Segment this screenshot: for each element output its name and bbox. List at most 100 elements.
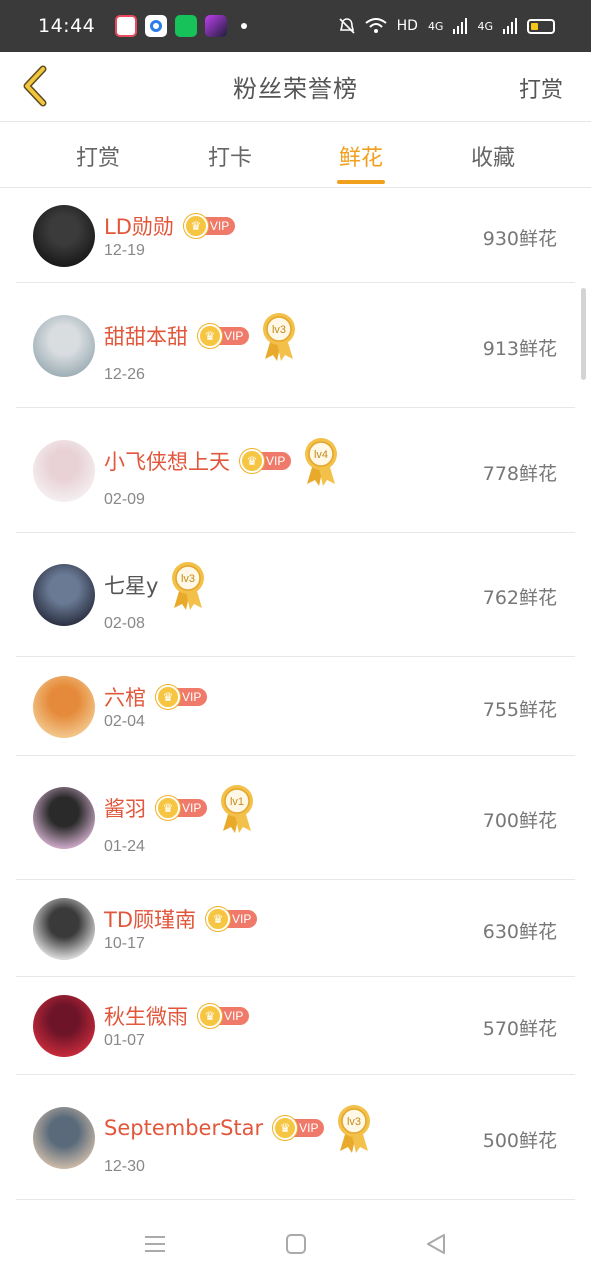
- fan-row[interactable]: 六棺 ♛ VIP 02-04 755鲜花: [16, 657, 575, 756]
- fan-date: 01-07: [104, 1032, 145, 1049]
- user-name[interactable]: 酱羽: [104, 793, 146, 823]
- avatar[interactable]: [33, 995, 95, 1057]
- user-name[interactable]: LD勋勋: [104, 211, 174, 241]
- crown-icon: ♛: [183, 214, 208, 238]
- name-line: 小飞侠想上天 ♛ VIP lv4: [104, 436, 339, 486]
- user-name[interactable]: 秋生微雨: [104, 1001, 188, 1031]
- status-indicators: HD 4G 4G: [339, 17, 555, 35]
- vip-badge: ♛ VIP: [156, 684, 208, 709]
- ranking-tabs: 打赏 打卡 鲜花 收藏: [0, 122, 591, 188]
- more-notifications-icon: [241, 23, 248, 29]
- fan-date: 10-17: [104, 934, 145, 952]
- fan-row[interactable]: SeptemberStar ♛ VIP lv3 12-30 500鲜花: [16, 1075, 575, 1200]
- name-line: SeptemberStar ♛ VIP lv3: [104, 1103, 372, 1153]
- svg-text:lv1: lv1: [230, 796, 244, 808]
- flower-count: 778鲜花: [482, 462, 557, 485]
- name-line: 六棺 ♛ VIP: [104, 677, 208, 717]
- flower-count: 570鲜花: [482, 1018, 557, 1040]
- vip-badge: ♛ VIP: [183, 214, 236, 238]
- user-name[interactable]: 小飞侠想上天: [104, 446, 230, 476]
- fan-date: 12-30: [104, 1157, 145, 1175]
- crown-icon: ♛: [198, 1004, 222, 1028]
- crown-icon: ♛: [273, 1115, 298, 1140]
- name-line: 七星y lv3: [104, 560, 206, 610]
- signal-icon-2: [503, 18, 517, 34]
- tab-reward[interactable]: 打赏: [76, 140, 120, 172]
- iqiyi-app-icon: [175, 15, 198, 37]
- crown-icon: ♛: [198, 323, 222, 348]
- tab-favorites[interactable]: 收藏: [471, 140, 515, 172]
- fan-row[interactable]: TD顾瑾南 ♛ VIP 10-17 630鲜花: [16, 880, 575, 977]
- level-medal-icon: lv4: [303, 436, 339, 486]
- flower-count: 762鲜花: [482, 587, 557, 609]
- level-medal-icon: lv3: [261, 311, 297, 361]
- reward-button[interactable]: 打赏: [519, 72, 563, 104]
- chevron-left-icon: [23, 65, 47, 107]
- flower-count: 700鲜花: [482, 810, 557, 832]
- fan-row[interactable]: 小飞侠想上天 ♛ VIP lv4 02-09 778鲜花: [16, 408, 575, 533]
- fan-row[interactable]: LD勋勋 ♛ VIP 12-19 930鲜花: [16, 189, 575, 283]
- fan-date: 01-24: [104, 838, 145, 855]
- avatar[interactable]: [33, 787, 95, 849]
- name-line: 酱羽 ♛ VIP lv1: [104, 783, 255, 833]
- vip-badge: ♛ VIP: [240, 448, 292, 473]
- vip-badge: ♛ VIP: [198, 323, 250, 348]
- tab-flowers[interactable]: 鲜花: [339, 140, 383, 172]
- fan-row[interactable]: 秋生微雨 ♛ VIP 01-07 570鲜花: [16, 977, 575, 1075]
- user-name[interactable]: 七星y: [104, 570, 158, 600]
- name-line: LD勋勋 ♛ VIP: [104, 206, 236, 246]
- svg-text:lv3: lv3: [272, 324, 286, 336]
- hd-label: HD: [396, 18, 418, 34]
- media-app-icon: [205, 15, 228, 37]
- signal-icon-1: [453, 18, 468, 34]
- menu-icon[interactable]: [143, 1232, 167, 1256]
- crown-icon: ♛: [156, 796, 180, 820]
- fan-row[interactable]: 酱羽 ♛ VIP lv1 01-24 700鲜花: [16, 756, 575, 880]
- system-nav-bar: [0, 1200, 591, 1280]
- user-name[interactable]: TD顾瑾南: [104, 904, 196, 934]
- avatar[interactable]: [33, 1106, 95, 1169]
- user-name[interactable]: 六棺: [104, 682, 146, 712]
- flower-count: 630鲜花: [482, 920, 557, 943]
- flower-count: 755鲜花: [482, 698, 557, 721]
- user-name[interactable]: 甜甜本甜: [104, 321, 188, 351]
- name-line: 甜甜本甜 ♛ VIP lv3: [104, 311, 297, 361]
- back-button[interactable]: [14, 65, 54, 107]
- level-medal-icon: lv3: [170, 560, 206, 610]
- tab-checkin[interactable]: 打卡: [208, 140, 252, 172]
- active-tab-indicator: [337, 180, 385, 184]
- vip-badge: ♛ VIP: [273, 1115, 325, 1140]
- svg-text:lv3: lv3: [347, 1116, 361, 1128]
- level-medal-icon: lv1: [219, 783, 255, 833]
- square-icon[interactable]: [284, 1232, 308, 1256]
- vip-badge: ♛ VIP: [206, 906, 258, 931]
- avatar[interactable]: [33, 564, 95, 626]
- flower-count: 913鲜花: [482, 337, 557, 360]
- name-line: TD顾瑾南 ♛ VIP: [104, 899, 258, 939]
- vip-badge: ♛ VIP: [156, 796, 208, 820]
- status-bar: 14:44 HD 4G 4G: [0, 0, 591, 52]
- crown-icon: ♛: [156, 684, 180, 709]
- vip-badge: ♛ VIP: [198, 1004, 250, 1028]
- svg-text:lv3: lv3: [181, 573, 195, 585]
- video-app-icon: [115, 15, 138, 37]
- fan-row[interactable]: 七星y lv3 02-08 762鲜花: [16, 533, 575, 657]
- avatar[interactable]: [33, 439, 95, 502]
- avatar[interactable]: [33, 897, 95, 960]
- crown-icon: ♛: [206, 906, 230, 931]
- status-time: 14:44: [38, 15, 96, 37]
- avatar[interactable]: [33, 205, 95, 267]
- bell-muted-icon: [339, 18, 355, 34]
- avatar[interactable]: [33, 675, 95, 738]
- svg-text:lv4: lv4: [314, 449, 328, 461]
- avatar[interactable]: [33, 314, 95, 377]
- triangle-back-icon[interactable]: [424, 1232, 448, 1256]
- flower-count: 500鲜花: [482, 1129, 557, 1152]
- fan-date: 12-26: [104, 365, 145, 383]
- signal-label-1: 4G: [427, 19, 444, 33]
- app-header: 粉丝荣誉榜 打赏: [0, 52, 591, 122]
- fan-date: 02-08: [104, 615, 145, 632]
- fan-row[interactable]: 甜甜本甜 ♛ VIP lv3 12-26 913鲜花: [16, 283, 575, 408]
- scrollbar[interactable]: [581, 288, 586, 380]
- user-name[interactable]: SeptemberStar: [104, 1116, 263, 1140]
